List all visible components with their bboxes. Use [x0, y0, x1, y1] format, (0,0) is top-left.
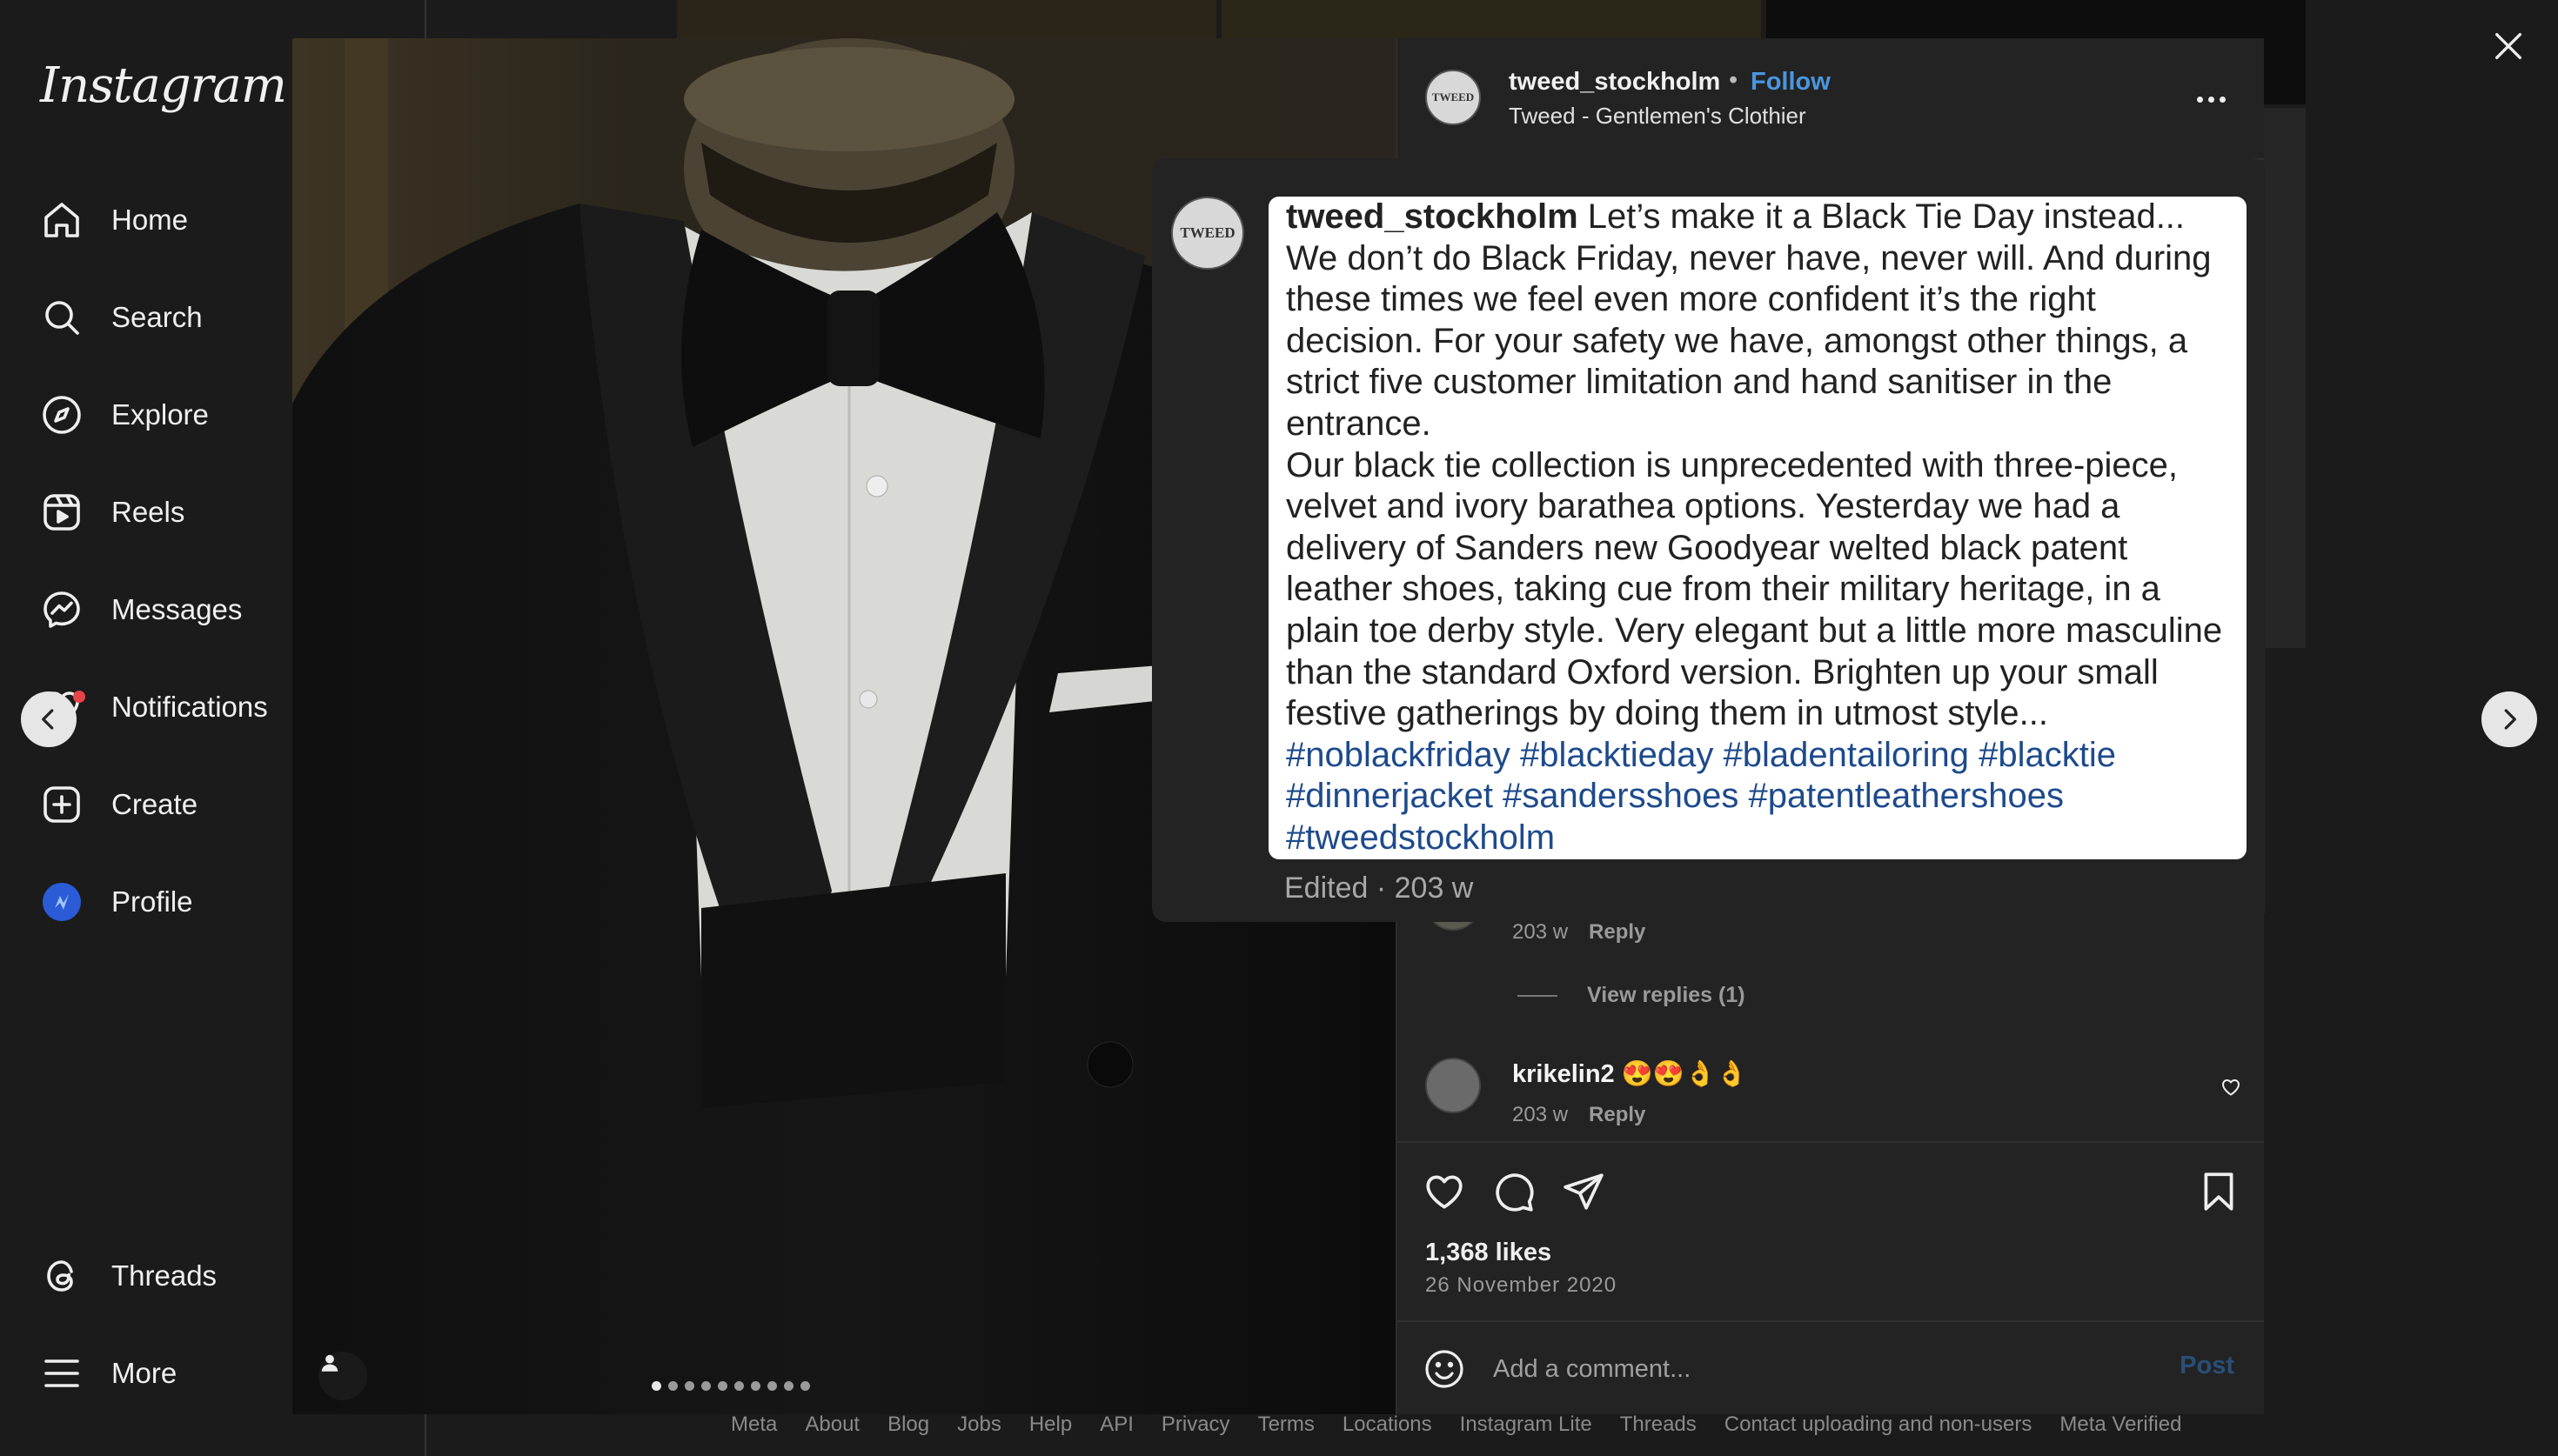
footer-link[interactable]: Privacy [1162, 1413, 1230, 1437]
sidebar-item-label: More [111, 1357, 177, 1389]
view-replies-button[interactable]: View replies (1) [1517, 983, 1745, 1008]
heart-icon [2222, 1079, 2240, 1096]
comment-bubble-icon [1496, 1173, 1534, 1212]
profile-avatar-icon [40, 880, 84, 924]
threads-icon [40, 1254, 84, 1298]
footer-links: Meta About Blog Jobs Help API Privacy Te… [731, 1413, 2181, 1437]
sidebar-item-label: Create [111, 788, 198, 820]
person-icon [321, 1354, 338, 1372]
separator-dot: • [1729, 66, 1738, 94]
smiley-icon [1425, 1350, 1463, 1388]
carousel-indicator [292, 1381, 1396, 1391]
footer-link[interactable]: Locations [1343, 1413, 1432, 1437]
home-icon [40, 198, 84, 242]
carousel-dot [652, 1381, 661, 1391]
like-button[interactable] [1422, 1169, 1467, 1214]
carousel-dot [685, 1381, 694, 1391]
hamburger-menu-icon [40, 1352, 84, 1395]
previous-post-button[interactable] [21, 691, 77, 747]
reply-button[interactable]: Reply [1589, 1103, 1645, 1127]
reels-icon [40, 491, 84, 534]
caption-hashtags[interactable]: #noblackfriday #blacktieday #bladentailo… [1286, 735, 2231, 859]
heart-icon [1426, 1175, 1463, 1209]
carousel-dot [800, 1381, 810, 1391]
close-modal-button[interactable] [2485, 23, 2532, 70]
comment-body: 😍😍👌👌 [1621, 1060, 1748, 1088]
post-header: TWEED tweed_stockholm • Follow Tweed - G… [1397, 38, 2264, 160]
sidebar-item-label: Home [111, 204, 189, 236]
add-comment-bar: Post [1397, 1320, 2264, 1414]
footer-link[interactable]: Contact uploading and non-users [1724, 1413, 2032, 1437]
paper-plane-icon [1564, 1173, 1604, 1210]
comment-meta: 203 w Reply [1512, 1103, 1645, 1127]
footer-link[interactable]: Terms [1258, 1413, 1315, 1437]
footer-link[interactable]: Blog [887, 1413, 929, 1437]
comment-time: 203 w [1512, 1103, 1569, 1126]
tagged-people-button[interactable] [318, 1352, 367, 1400]
author-avatar[interactable]: TWEED [1425, 70, 1481, 125]
carousel-dot [784, 1381, 794, 1391]
post-date: 26 November 2020 [1425, 1273, 1617, 1297]
footer-link[interactable]: Jobs [957, 1413, 1001, 1437]
like-comment-button[interactable] [2220, 1077, 2241, 1102]
sidebar-item-label: Messages [111, 593, 243, 625]
plus-square-icon [40, 783, 84, 826]
carousel-dot [767, 1381, 777, 1391]
ellipsis-icon [2196, 96, 2203, 103]
messenger-icon [40, 588, 84, 631]
next-post-button[interactable] [2481, 691, 2537, 747]
author-subtitle: Tweed - Gentlemen's Clothier [1509, 103, 1806, 129]
sidebar-item-label: Threads [111, 1259, 218, 1292]
divider-dash [1517, 994, 1557, 997]
search-icon [40, 296, 84, 339]
caption-author-avatar[interactable]: TWEED [1171, 197, 1244, 270]
footer-link[interactable]: Instagram Lite [1460, 1413, 1592, 1437]
footer-link[interactable]: Meta [731, 1413, 777, 1437]
comment-text: krikelin2 😍😍👌👌 [1512, 1059, 1747, 1089]
carousel-dot [751, 1381, 760, 1391]
explore-compass-icon [40, 393, 84, 437]
sidebar-item-label: Profile [111, 885, 193, 918]
comment-time: 203 w [1512, 920, 1569, 944]
commenter-avatar[interactable] [1425, 1058, 1481, 1113]
caption-meta: Edited · 203 w [1284, 872, 1474, 905]
caption-text: tweed_stockholm Let’s make it a Black Ti… [1269, 197, 2247, 859]
chevron-left-icon [42, 709, 54, 730]
author-username[interactable]: tweed_stockholm [1509, 68, 1720, 97]
more-options-button[interactable] [2189, 83, 2233, 115]
follow-button[interactable]: Follow [1751, 68, 1831, 97]
footer-link[interactable]: Help [1029, 1413, 1072, 1437]
save-button[interactable] [2196, 1169, 2241, 1214]
footer-link[interactable]: About [805, 1413, 860, 1437]
bookmark-icon [2204, 1172, 2233, 1211]
sidebar-item-label: Notifications [111, 691, 268, 723]
sidebar-item-label: Reels [111, 496, 185, 528]
chevron-right-icon [2504, 709, 2516, 730]
caption-popup: TWEED tweed_stockholm Let’s make it a Bl… [1152, 158, 2266, 922]
carousel-dot [701, 1381, 711, 1391]
reply-button[interactable]: Reply [1589, 920, 1645, 945]
caption-paragraph: Our black tie collection is unprecedente… [1286, 445, 2223, 733]
footer-link[interactable]: Meta Verified [2059, 1413, 2181, 1437]
instagram-logo[interactable]: Instagram [40, 57, 287, 114]
footer-link[interactable]: Threads [1620, 1413, 1697, 1437]
footer-link[interactable]: API [1100, 1413, 1134, 1437]
post-comment-button[interactable]: Post [2180, 1352, 2234, 1380]
share-button[interactable] [1561, 1169, 1606, 1214]
sidebar-item-label: Search [111, 301, 203, 333]
close-icon [2495, 33, 2521, 60]
carousel-dot [734, 1381, 744, 1391]
carousel-dot [718, 1381, 727, 1391]
caption-username[interactable]: tweed_stockholm [1286, 197, 1578, 236]
emoji-button[interactable] [1423, 1348, 1465, 1394]
likes-count[interactable]: 1,368 likes [1425, 1239, 1551, 1267]
commenter-username[interactable]: krikelin2 [1512, 1060, 1615, 1088]
comment-meta: 203 w Reply [1512, 920, 1645, 945]
sidebar-item-label: Explore [111, 398, 209, 431]
view-replies-label: View replies (1) [1587, 983, 1745, 1007]
notification-dot [73, 691, 85, 703]
comment-input[interactable] [1493, 1346, 2119, 1392]
carousel-dot [668, 1381, 678, 1391]
comment-button[interactable] [1491, 1169, 1537, 1214]
